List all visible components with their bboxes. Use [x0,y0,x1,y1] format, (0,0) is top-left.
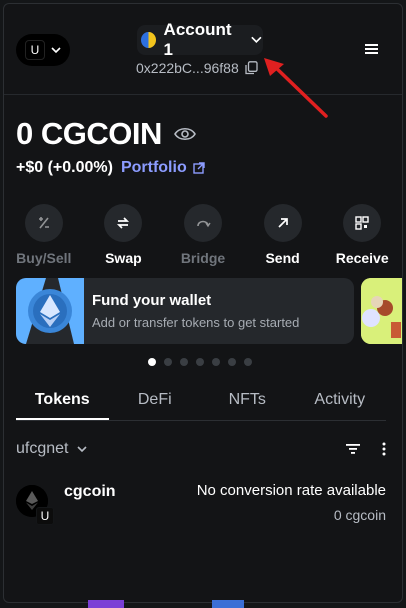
action-label: Buy/Sell [16,250,72,266]
carousel-dot[interactable] [212,358,220,366]
ethereum-token-icon: U [16,485,54,525]
portfolio-label: Portfolio [120,159,187,176]
bridge-icon [183,204,222,242]
account-address[interactable]: 0x222bC...96f88 [136,60,258,76]
carousel-dot[interactable] [164,358,172,366]
buy-sell-button[interactable]: Buy/Sell [4,204,84,266]
swap-icon [104,204,143,242]
action-bar: Buy/Sell Swap Bridge Send Receive [4,204,402,266]
buy-sell-icon [24,204,63,242]
token-name: cgcoin [64,483,116,500]
carousel-dot[interactable] [196,358,204,366]
eye-icon[interactable] [173,126,196,142]
action-label: Receive [335,250,389,266]
annotation-arrow-icon [264,58,328,118]
send-icon [263,204,302,242]
network-badge: U [36,507,54,525]
send-button[interactable]: Send [243,204,323,266]
ethereum-coin-icon [16,278,84,344]
next-promo-card[interactable] [361,278,402,344]
tab-nfts[interactable]: NFTs [201,388,294,420]
network-avatar: U [25,40,45,60]
carousel-dot[interactable] [148,358,156,366]
external-link-icon [193,162,205,174]
bridge-button[interactable]: Bridge [163,204,243,266]
more-options-icon[interactable] [382,442,386,456]
balance-change-row: +$0 (+0.00%) Portfolio [16,159,205,177]
portfolio-link[interactable]: Portfolio [121,159,205,177]
balance-change: +$0 (+0.00%) [16,159,113,176]
account-avatar [141,32,156,48]
menu-icon[interactable] [364,42,380,56]
tab-activity[interactable]: Activity [294,388,387,420]
tab-defi[interactable]: DeFi [109,388,202,420]
balance-row: 0 CGCOIN [16,116,196,152]
taskbar-fragment [88,600,124,608]
carousel-dots [148,358,252,366]
receive-button[interactable]: Receive [322,204,402,266]
tab-tokens[interactable]: Tokens [16,388,109,420]
token-amount: 0 cgcoin [333,507,386,523]
action-label: Send [265,250,300,266]
account-selector-button[interactable]: Account 1 [137,20,263,59]
flower-illustration-icon [361,278,402,344]
network-filter-button[interactable]: ufcgnet [16,440,88,458]
carousel-dot[interactable] [244,358,252,366]
asset-tabs: Tokens DeFi NFTs Activity [16,388,386,421]
sort-filter-icon[interactable] [346,443,360,455]
token-conversion-rate: No conversion rate available [196,482,386,499]
header-divider [4,94,402,95]
action-label: Bridge [180,250,226,266]
action-label: Swap [105,250,142,266]
carousel-dot[interactable] [180,358,188,366]
fund-wallet-card[interactable]: Fund your wallet Add or transfer tokens … [16,278,354,344]
network-filter-label: ufcgnet [16,440,69,457]
card-subtitle: Add or transfer tokens to get started [92,315,300,330]
taskbar-fragment [212,600,244,608]
copy-icon[interactable] [245,61,258,75]
network-selector-button[interactable]: U [16,34,70,66]
swap-button[interactable]: Swap [84,204,164,266]
carousel-dot[interactable] [228,358,236,366]
token-filter-row: ufcgnet [16,440,386,458]
chevron-down-icon [51,47,61,54]
balance-amount: 0 CGCOIN [16,116,162,151]
receive-icon [343,204,382,242]
card-title: Fund your wallet [92,292,212,309]
account-name: Account 1 [163,20,232,59]
chevron-down-icon [77,446,88,453]
wallet-popup: U Account 1 0x222bC...96f88 0 CGCOIN +$0… [3,3,403,603]
token-row[interactable]: U cgcoin No conversion rate available 0 … [16,480,386,526]
chevron-down-icon [251,36,262,43]
address-text: 0x222bC...96f88 [136,60,239,76]
